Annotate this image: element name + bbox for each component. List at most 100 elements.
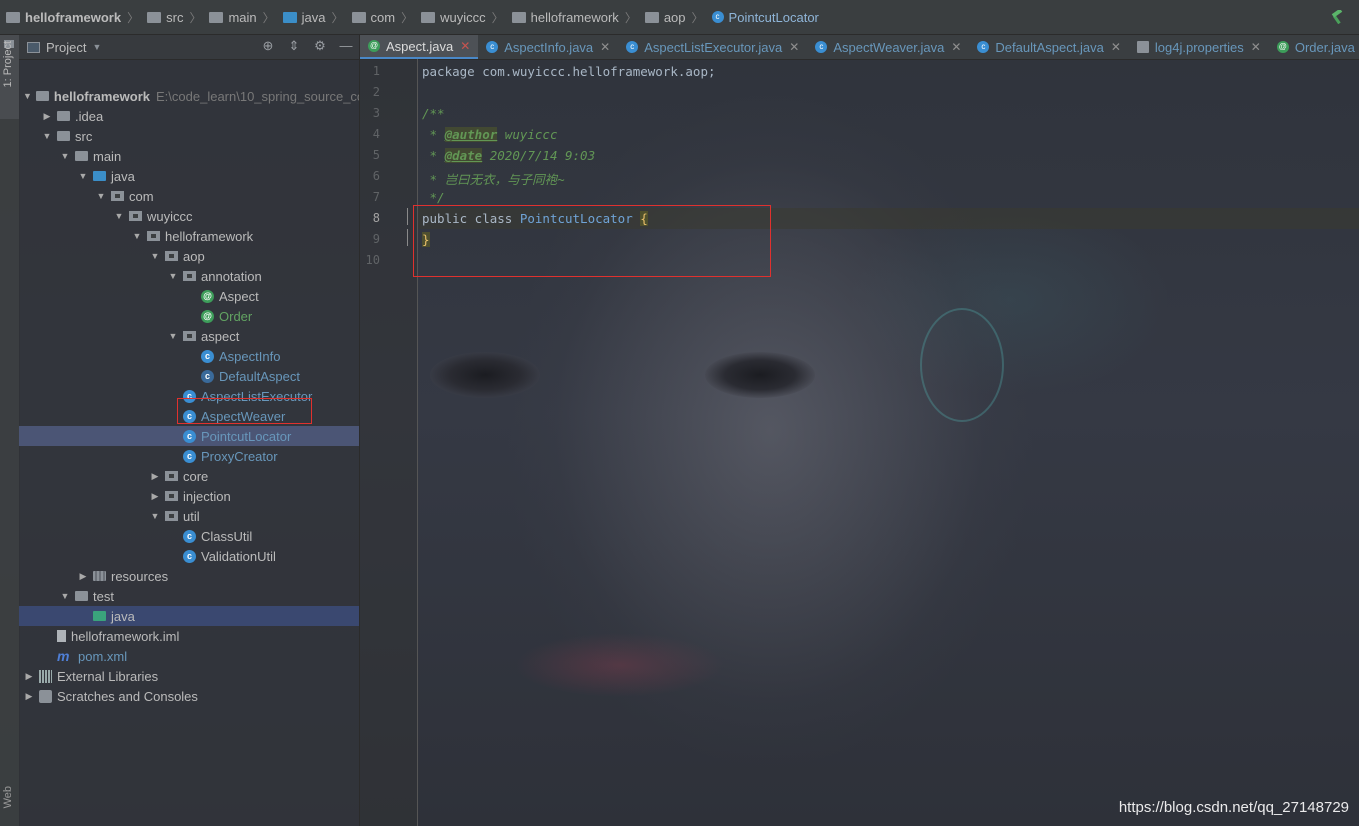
tree-item-helloframework[interactable]: ▼ helloframework: [19, 226, 359, 246]
tree-item-annotation[interactable]: ▼ annotation: [19, 266, 359, 286]
expand-arrow-icon[interactable]: ▼: [59, 151, 71, 161]
collapse-arrow-icon[interactable]: ▶: [41, 111, 53, 122]
expand-arrow-icon[interactable]: ▼: [167, 271, 179, 281]
change-marker: [407, 208, 408, 225]
tab-log4j-properties[interactable]: log4j.properties ✕: [1129, 35, 1269, 59]
close-tab-icon[interactable]: ✕: [1111, 40, 1121, 54]
tree-item-aspectinfo[interactable]: ▶cAspectInfo: [19, 346, 359, 366]
tree-item-test[interactable]: ▼ test: [19, 586, 359, 606]
tree-item-resources[interactable]: ▶ resources: [19, 566, 359, 586]
collapse-all-icon[interactable]: ⇕: [287, 39, 301, 53]
collapse-arrow-icon[interactable]: ▶: [23, 671, 35, 682]
expand-arrow-icon[interactable]: ▼: [23, 91, 32, 101]
editor-tabs: @ Aspect.java ✕ c AspectInfo.java ✕ c AspectLis…: [360, 35, 1359, 60]
tree-item-com[interactable]: ▼ com: [19, 186, 359, 206]
tree-item-java[interactable]: ▼ java: [19, 166, 359, 186]
expand-arrow-icon[interactable]: ▼: [95, 191, 107, 201]
close-tab-icon[interactable]: ✕: [1251, 40, 1261, 54]
line-number[interactable]: 7: [360, 190, 380, 204]
project-root-path: E:\code_learn\10_spring_source_co: [156, 88, 360, 104]
close-tab-icon[interactable]: ✕: [789, 40, 799, 54]
tree-item-src[interactable]: ▼ src: [19, 126, 359, 146]
locate-target-icon[interactable]: ⊕: [261, 39, 275, 53]
web-tool-label[interactable]: Web: [2, 786, 14, 808]
breadcrumb-helloframework[interactable]: helloframework 〉: [511, 9, 643, 26]
build-hammer-icon[interactable]: [1329, 10, 1345, 24]
line-number[interactable]: 8: [360, 211, 380, 225]
line-number[interactable]: 3: [360, 106, 380, 120]
tree-item-validationutil[interactable]: ▶cValidationUtil: [19, 546, 359, 566]
module-file-icon: [57, 630, 66, 642]
tab-aspect-java[interactable]: @ Aspect.java ✕: [360, 35, 479, 59]
tree-item-pointcutlocator[interactable]: ▶cPointcutLocator: [19, 426, 359, 446]
project-tool-label[interactable]: 1: Project: [2, 41, 14, 87]
close-tab-icon[interactable]: ✕: [460, 39, 470, 53]
chevron-right-icon: 〉: [127, 10, 140, 25]
code-editor[interactable]: package com.wuyiccc.helloframework.aop; …: [418, 59, 1359, 826]
line-number[interactable]: 6: [360, 169, 380, 183]
breadcrumb-main[interactable]: main 〉: [209, 9, 280, 26]
tree-item-defaultaspect[interactable]: ▶cDefaultAspect: [19, 366, 359, 386]
package-icon: [165, 251, 178, 261]
collapse-arrow-icon[interactable]: ▶: [77, 571, 89, 582]
chevron-right-icon: 〉: [189, 10, 202, 25]
tree-item-injection[interactable]: ▶ injection: [19, 486, 359, 506]
tab-defaultaspect-java[interactable]: c DefaultAspect.java ✕: [969, 35, 1128, 59]
line-number[interactable]: 2: [360, 85, 380, 99]
breadcrumb-wuyiccc[interactable]: wuyiccc 〉: [421, 9, 510, 26]
tree-item-pom-xml[interactable]: ▶mpom.xml: [19, 646, 359, 666]
line-number[interactable]: 9: [360, 232, 380, 246]
collapse-arrow-icon[interactable]: ▶: [23, 691, 35, 702]
tree-item-core[interactable]: ▶ core: [19, 466, 359, 486]
package-icon: [183, 271, 196, 281]
expand-arrow-icon[interactable]: ▼: [113, 211, 125, 221]
tab-aspectinfo-java[interactable]: c AspectInfo.java ✕: [478, 35, 618, 59]
breadcrumb-src[interactable]: src 〉: [147, 9, 207, 26]
expand-arrow-icon[interactable]: ▼: [167, 331, 179, 341]
class-icon: c: [183, 449, 196, 463]
tree-item-helloframework-iml[interactable]: ▶helloframework.iml: [19, 626, 359, 646]
collapse-arrow-icon[interactable]: ▶: [149, 491, 161, 502]
chevron-down-icon[interactable]: ▼: [92, 42, 101, 52]
breadcrumb-aop[interactable]: aop 〉: [644, 9, 710, 26]
package-name: com.wuyiccc.helloframework.aop;: [474, 64, 716, 79]
collapse-arrow-icon[interactable]: ▶: [149, 471, 161, 482]
tree-item-aspect[interactable]: ▼ aspect: [19, 326, 359, 346]
breadcrumb-pointcutlocator[interactable]: c PointcutLocator: [711, 10, 819, 25]
tree-item-java[interactable]: ▶java: [19, 606, 359, 626]
line-number[interactable]: 4: [360, 127, 380, 141]
line-number[interactable]: 1: [360, 64, 380, 78]
tree-item-order[interactable]: ▶@Order: [19, 306, 359, 326]
close-tab-icon[interactable]: ✕: [600, 40, 610, 54]
tree-item-scratches-and-consoles[interactable]: ▶ Scratches and Consoles: [19, 686, 359, 706]
tree-item-aspect[interactable]: ▶@Aspect: [19, 286, 359, 306]
tree-item--idea[interactable]: ▶ .idea: [19, 106, 359, 126]
tree-item-aop[interactable]: ▼ aop: [19, 246, 359, 266]
breadcrumb-project[interactable]: helloframework 〉: [6, 9, 145, 26]
tree-item-wuyiccc[interactable]: ▼ wuyiccc: [19, 206, 359, 226]
line-number[interactable]: 5: [360, 148, 380, 162]
close-tab-icon[interactable]: ✕: [951, 40, 961, 54]
expand-arrow-icon[interactable]: ▼: [149, 251, 161, 261]
gear-icon[interactable]: ⚙: [313, 39, 327, 53]
expand-arrow-icon[interactable]: ▼: [59, 591, 71, 601]
tree-item-proxycreator[interactable]: ▶cProxyCreator: [19, 446, 359, 466]
tree-item-main[interactable]: ▼ main: [19, 146, 359, 166]
expand-arrow-icon[interactable]: ▼: [149, 511, 161, 521]
project-panel-title[interactable]: Project: [46, 40, 86, 55]
tab-aspectweaver-java[interactable]: c AspectWeaver.java ✕: [807, 35, 969, 59]
breadcrumb-java[interactable]: java 〉: [282, 9, 350, 26]
hide-panel-icon[interactable]: —: [339, 39, 353, 53]
tree-item-util[interactable]: ▼ util: [19, 506, 359, 526]
line-number[interactable]: 10: [360, 253, 380, 267]
tree-item-helloframework[interactable]: ▼ helloframework E:\code_learn\10_spring_s…: [19, 86, 360, 106]
expand-arrow-icon[interactable]: ▼: [77, 171, 89, 181]
tab-aspectlistexecutor-java[interactable]: c AspectListExecutor.java ✕: [618, 35, 807, 59]
tree-item-external-libraries[interactable]: ▶ External Libraries: [19, 666, 359, 686]
expand-arrow-icon[interactable]: ▼: [131, 231, 143, 241]
expand-arrow-icon[interactable]: ▼: [41, 131, 53, 141]
tree-item-classutil[interactable]: ▶cClassUtil: [19, 526, 359, 546]
abstract-class-icon: c: [977, 41, 990, 53]
tab-order-java[interactable]: @Order.java✕: [1269, 35, 1359, 59]
breadcrumb-com[interactable]: com 〉: [351, 9, 420, 26]
